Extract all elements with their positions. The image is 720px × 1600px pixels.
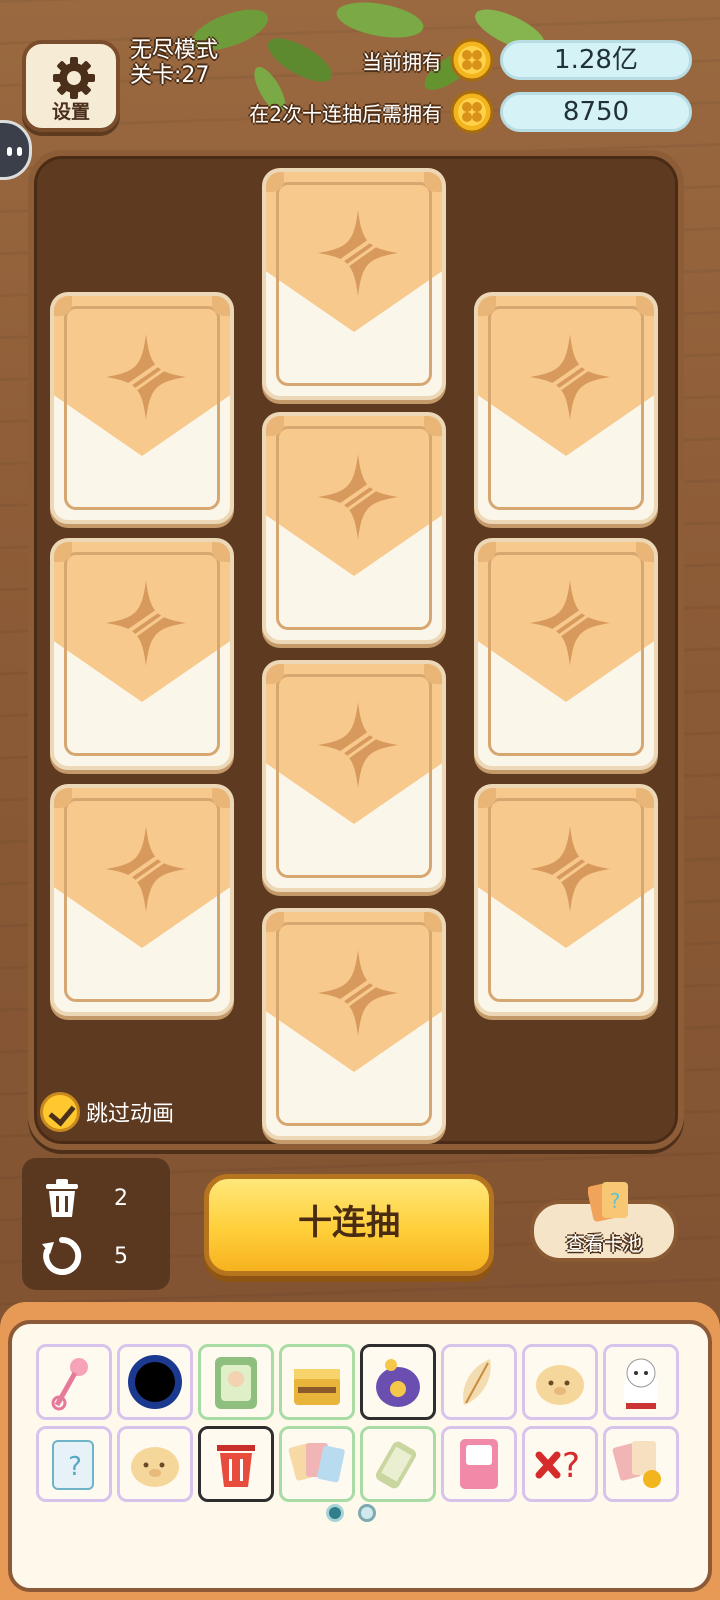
current-owned-label: 当前拥有 — [362, 50, 442, 74]
item-slot[interactable] — [360, 1426, 436, 1502]
clover-coin-icon — [450, 38, 494, 82]
item-slot[interactable] — [603, 1344, 679, 1420]
required-value: 8750 — [500, 92, 692, 132]
required-label: 在2次十连抽后需拥有 — [249, 102, 442, 126]
star-emblem-icon — [318, 210, 398, 296]
face-down-card[interactable] — [262, 168, 446, 400]
skip-animation-toggle[interactable]: 跳过动画 — [40, 1092, 174, 1132]
face-down-card[interactable] — [50, 292, 234, 524]
face-down-card[interactable] — [50, 784, 234, 1016]
mode-name: 无尽模式 — [130, 38, 219, 63]
gear-icon — [53, 57, 95, 99]
card-pack-coin-icon — [612, 1441, 661, 1488]
svg-text:?: ? — [610, 1189, 621, 1213]
mode-info: 无尽模式 关卡:27 — [130, 38, 218, 88]
face-down-card[interactable] — [50, 538, 234, 770]
ten-draw-button[interactable]: 十连抽 — [204, 1174, 494, 1276]
page-dot-2[interactable] — [358, 1504, 376, 1522]
item-slot[interactable] — [360, 1344, 436, 1420]
face-down-card[interactable] — [262, 908, 446, 1140]
item-slot[interactable] — [279, 1426, 355, 1502]
clover-coin-icon — [450, 90, 494, 134]
item-slot[interactable] — [441, 1426, 517, 1502]
star-emblem-icon — [106, 580, 186, 666]
feather-token-icon — [463, 1359, 491, 1405]
tool-counter-panel: 2 5 — [22, 1158, 170, 1290]
item-slot[interactable] — [198, 1344, 274, 1420]
item-slot[interactable]: ? — [522, 1426, 598, 1502]
face-down-card[interactable] — [474, 784, 658, 1016]
settings-label: 设置 — [51, 101, 90, 123]
scroll-icon — [375, 1441, 417, 1489]
treasure-box-icon — [294, 1369, 340, 1405]
magic-key-icon — [51, 1358, 88, 1411]
elder-card-icon — [215, 1357, 257, 1409]
lucky-cat-icon — [624, 1358, 658, 1409]
star-emblem-icon — [530, 826, 610, 912]
coin-bag-icon — [376, 1359, 420, 1407]
pink-card-icon — [460, 1439, 498, 1489]
item-slot[interactable] — [117, 1426, 193, 1502]
trash-icon[interactable] — [40, 1176, 84, 1220]
star-emblem-icon — [106, 826, 186, 912]
star-emblem-icon — [106, 334, 186, 420]
item-slot[interactable] — [522, 1344, 598, 1420]
star-emblem-icon — [318, 950, 398, 1036]
face-down-card[interactable] — [474, 292, 658, 524]
item-slot[interactable] — [279, 1344, 355, 1420]
page-indicator — [326, 1504, 376, 1522]
remove-question-icon: ? — [535, 1446, 580, 1486]
settings-button[interactable]: 设置 — [22, 40, 120, 132]
svg-text:?: ? — [68, 1452, 82, 1482]
trash-bin-icon — [217, 1445, 255, 1487]
star-emblem-icon — [530, 334, 610, 420]
face-down-card[interactable] — [262, 660, 446, 892]
piggy-icon — [536, 1365, 584, 1405]
item-slot[interactable] — [36, 1344, 112, 1420]
card-deck-icon: ? — [588, 1182, 628, 1222]
item-tray: ?? — [8, 1320, 712, 1592]
face-down-card[interactable] — [262, 412, 446, 644]
item-slot[interactable] — [117, 1344, 193, 1420]
piggy-icon — [131, 1447, 179, 1487]
page-dot-1[interactable] — [326, 1504, 344, 1522]
star-emblem-icon — [530, 580, 610, 666]
item-slot[interactable] — [441, 1344, 517, 1420]
star-emblem-icon — [318, 702, 398, 788]
svg-text:?: ? — [562, 1446, 580, 1486]
skip-animation-label: 跳过动画 — [86, 1102, 175, 1127]
star-emblem-icon — [318, 454, 398, 540]
level-number: 关卡:27 — [130, 63, 210, 88]
item-slot[interactable] — [603, 1426, 679, 1502]
refresh-icon[interactable] — [40, 1234, 84, 1278]
item-grid: ?? — [36, 1344, 679, 1502]
view-card-pool-label: 查看卡池 — [565, 1233, 642, 1255]
item-slot[interactable] — [198, 1426, 274, 1502]
refresh-count: 5 — [114, 1244, 128, 1269]
mystery-card-icon: ? — [52, 1440, 94, 1490]
checkbox-icon[interactable] — [40, 1092, 80, 1132]
view-card-pool-button[interactable]: ? 查看卡池 — [530, 1182, 678, 1262]
current-owned-value: 1.28亿 — [500, 40, 692, 80]
face-down-card[interactable] — [474, 538, 658, 770]
trash-count: 2 — [114, 1186, 128, 1211]
card-pack-icon — [288, 1443, 345, 1483]
black-hole-icon — [128, 1355, 182, 1409]
item-slot[interactable]: ? — [36, 1426, 112, 1502]
